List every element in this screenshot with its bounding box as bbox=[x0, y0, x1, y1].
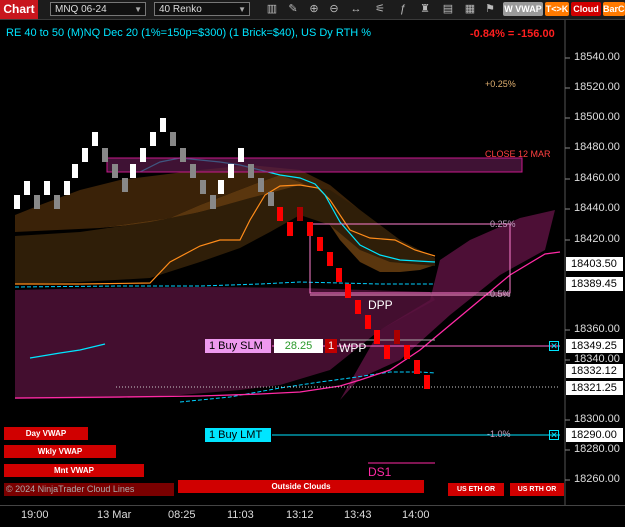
time-tick: 08:25 bbox=[168, 509, 196, 521]
wpp-label: WPP bbox=[339, 341, 367, 355]
price-tag-last: 18403.50 bbox=[566, 257, 623, 271]
price-tag-buy-lmt: 18290.00 bbox=[566, 428, 623, 442]
price-tick: 18280.00 bbox=[574, 443, 620, 455]
price-tick: 18480.00 bbox=[574, 141, 620, 153]
time-tick: 13:43 bbox=[344, 509, 372, 521]
price-tick: 18420.00 bbox=[574, 233, 620, 245]
day-vwap-button[interactable]: Day VWAP bbox=[4, 427, 88, 440]
buy-slm-order-label[interactable]: 1 Buy SLM bbox=[205, 339, 271, 353]
time-tick: 19:00 bbox=[21, 509, 49, 521]
time-tick: 11:03 bbox=[227, 509, 254, 521]
buy-slm-price-field[interactable]: 28.25 bbox=[274, 339, 323, 353]
close-order-icon[interactable]: ✕ bbox=[549, 341, 559, 351]
price-tick: 18440.00 bbox=[574, 202, 620, 214]
price-tick: 18500.00 bbox=[574, 111, 620, 123]
pnl-readout: -0.84% = -156.00 bbox=[470, 28, 555, 40]
price-tick: 18460.00 bbox=[574, 172, 620, 184]
price-tick: 18360.00 bbox=[574, 323, 620, 335]
time-tick: 14:00 bbox=[402, 509, 430, 521]
chart-window: Chart MNQ 06-24 ▼ 40 Renko ▼ ▥ ✎ ⊕ ⊖ ↔ ⚟… bbox=[0, 0, 625, 527]
price-tick: 18300.00 bbox=[574, 413, 620, 425]
copyright-cloud-lines: © 2024 NinjaTrader Cloud Lines bbox=[4, 483, 174, 496]
us-rth-or-button[interactable]: US RTH OR bbox=[510, 483, 564, 496]
level-minus-10-label: -1.0% bbox=[487, 429, 511, 439]
mnt-vwap-button[interactable]: Mnt VWAP bbox=[4, 464, 144, 477]
close-order-icon[interactable]: ✕ bbox=[549, 430, 559, 440]
dpp-label: DPP bbox=[368, 298, 393, 312]
us-eth-or-button[interactable]: US ETH OR bbox=[448, 483, 504, 496]
outside-clouds-button[interactable]: Outside Clouds bbox=[178, 480, 424, 493]
level-plus-025-label: +0.25% bbox=[485, 79, 516, 89]
buy-slm-qty[interactable]: 1 bbox=[325, 339, 337, 353]
price-tag-buy-slm: 18349.25 bbox=[566, 339, 623, 353]
price-tick: 18540.00 bbox=[574, 51, 620, 63]
level-025-label: 0.25% bbox=[490, 219, 516, 229]
price-tag-current: 18321.25 bbox=[566, 381, 623, 395]
price-tick: 18260.00 bbox=[574, 473, 620, 485]
time-tick: 13:12 bbox=[286, 509, 314, 521]
close-12-mar-label: CLOSE 12 MAR bbox=[485, 149, 551, 159]
level-05-label: 0.5% bbox=[490, 289, 511, 299]
buy-lmt-order-label[interactable]: 1 Buy LMT bbox=[205, 428, 271, 442]
time-tick: 13 Mar bbox=[97, 509, 132, 521]
wkly-vwap-button[interactable]: Wkly VWAP bbox=[4, 445, 116, 458]
price-tick: 18520.00 bbox=[574, 81, 620, 93]
ds1-label: DS1 bbox=[368, 465, 392, 479]
price-tag-vwap-low: 18332.12 bbox=[566, 364, 623, 378]
chart-title: RE 40 to 50 (M)NQ Dec 20 (1%=150p=$300) … bbox=[6, 27, 372, 39]
price-tag-vwap: 18389.45 bbox=[566, 277, 623, 291]
